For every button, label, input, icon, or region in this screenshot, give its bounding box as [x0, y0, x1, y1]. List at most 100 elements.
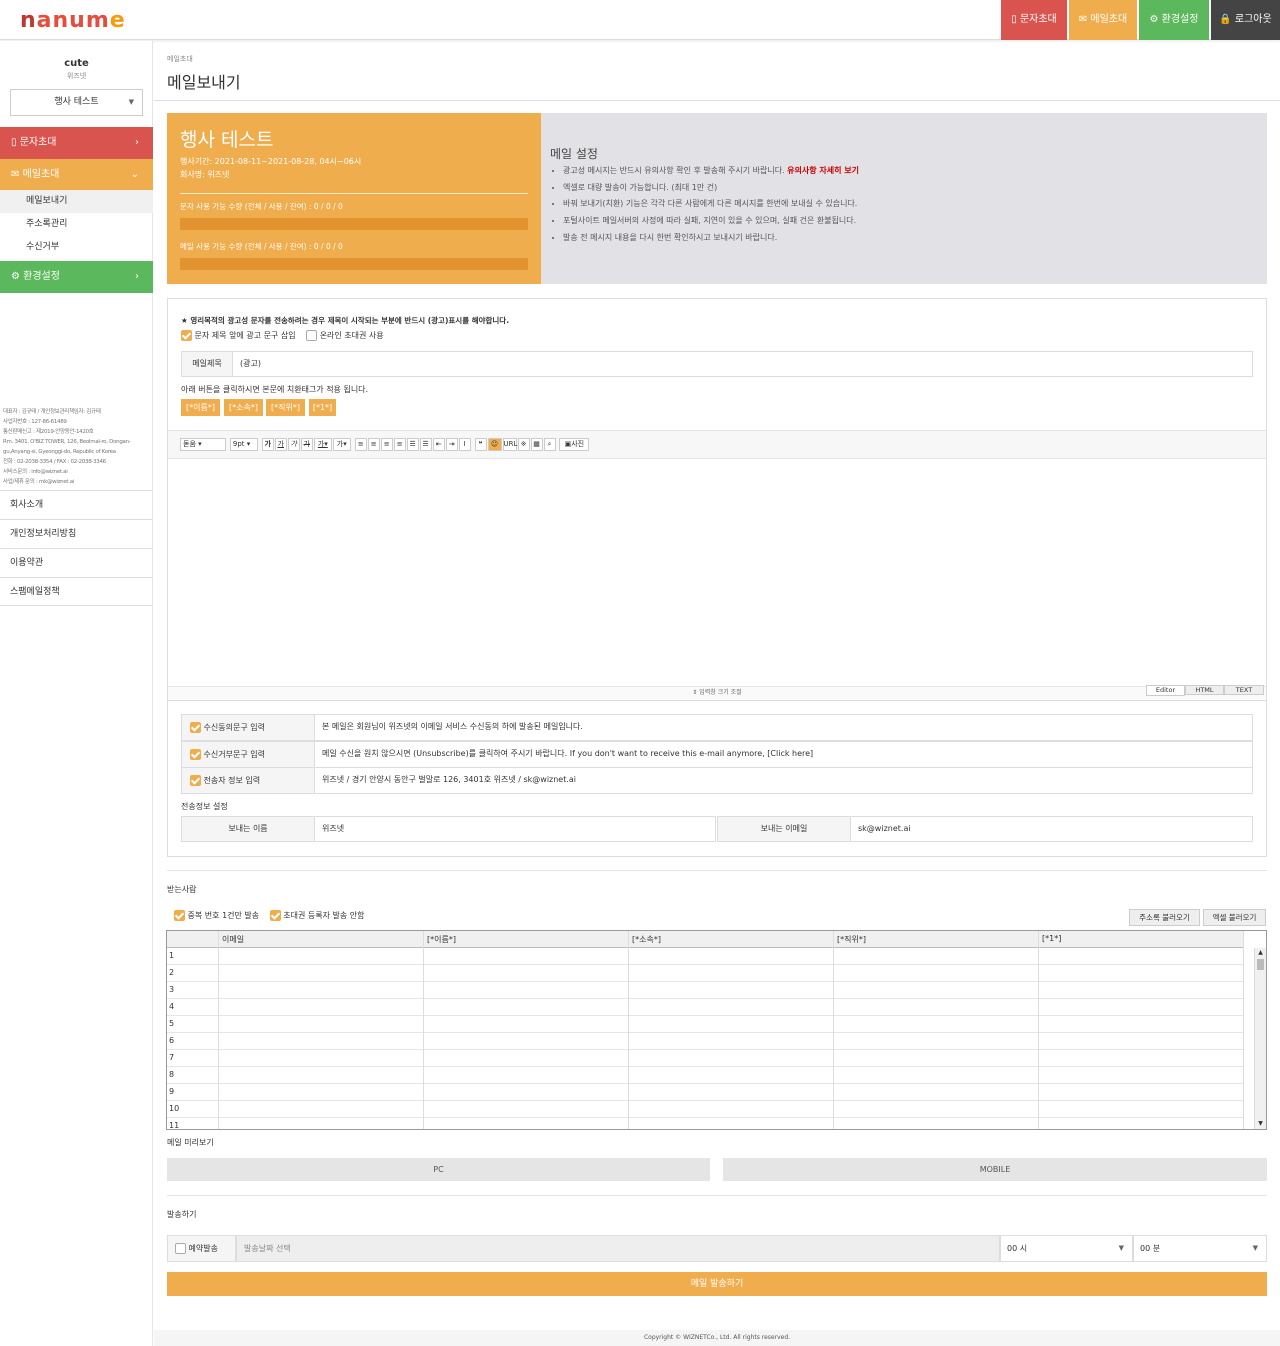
footer-link-spam-policy[interactable]: 스팸메일정책 [0, 577, 153, 606]
notice-detail-link[interactable]: 유의사항 자세히 보기 [787, 166, 859, 175]
sender-info-label-cell[interactable]: 전송자 정보 입력 [181, 767, 315, 794]
font-family-select[interactable]: 돋움 ▾ [180, 438, 226, 451]
footer-link-terms[interactable]: 이용약관 [0, 548, 153, 577]
subject-input[interactable]: (광고) [240, 352, 261, 376]
line-height-icon[interactable]: I [458, 438, 471, 451]
mail-invite-button[interactable]: ✉ 메일초대 [1069, 0, 1137, 40]
outdent-icon[interactable]: ⇤ [432, 438, 445, 451]
load-address-book-button[interactable]: 주소록 불러오기 [1129, 909, 1200, 926]
table-row[interactable]: 6 [167, 1033, 1243, 1050]
table-icon[interactable]: ▦ [530, 438, 543, 451]
preview-pc-button[interactable]: PC [167, 1158, 710, 1181]
sidebar-item-sms[interactable]: ▯ 문자초대 › [0, 127, 153, 159]
sender-email-label: 보내는 이메일 [717, 816, 851, 842]
sender-email-input[interactable]: sk@wiznet.ai [850, 816, 1253, 842]
send-mail-button[interactable]: 메일 발송하기 [167, 1272, 1267, 1296]
table-row[interactable]: 2 [167, 965, 1243, 982]
footer-link-about[interactable]: 회사소개 [0, 490, 153, 519]
logout-button[interactable]: 🔒 로그아웃 [1211, 0, 1280, 40]
event-select[interactable]: 행사 테스트 ▼ [10, 89, 143, 116]
scroll-thumb[interactable] [1257, 959, 1264, 970]
send-date-input[interactable]: 발송날짜 선택 [236, 1235, 1000, 1262]
chevron-down-icon: ⌄ [130, 169, 139, 180]
table-row[interactable]: 11 [167, 1118, 1243, 1135]
tag-button-name[interactable]: [*이름*] [181, 399, 220, 416]
italic-icon[interactable]: 가 [287, 438, 300, 451]
highlight-icon[interactable]: 가▾ [332, 438, 351, 451]
unsubscribe-checkbox[interactable] [190, 749, 201, 760]
dedupe-checkbox[interactable] [174, 910, 185, 921]
sidebar-item-mail[interactable]: ✉ 메일초대 ⌄ [0, 159, 153, 191]
load-excel-button[interactable]: 엑셀 불러오기 [1203, 909, 1266, 926]
emoticon-icon[interactable]: ☺ [487, 438, 502, 451]
footer-link-privacy[interactable]: 개인정보처리방침 [0, 519, 153, 548]
reserve-checkbox[interactable] [175, 1243, 186, 1254]
unsubscribe-textarea[interactable]: 메일 수신을 원치 않으시면 (Unsubscribe)를 클릭하여 주시기 바… [314, 741, 1253, 768]
grid-header-position: [*직위*] [837, 935, 866, 944]
grid-scrollbar[interactable]: ▲ ▼ [1254, 948, 1266, 1129]
quote-icon[interactable]: ❝ [474, 438, 487, 451]
table-row[interactable]: 3 [167, 982, 1243, 999]
consent-textarea[interactable]: 본 메일은 회원님이 위즈넷의 이메일 서비스 수신동의 하에 발송된 메일입니… [314, 714, 1253, 741]
font-size-select[interactable]: 9pt ▾ [229, 438, 258, 451]
align-center-icon[interactable]: ≡ [367, 438, 380, 451]
exclude-invitees-checkbox[interactable] [269, 910, 281, 921]
online-invite-checkbox[interactable] [306, 330, 318, 341]
sms-invite-button[interactable]: ▯ 문자초대 [1001, 0, 1067, 40]
editor-tab-text[interactable]: TEXT [1224, 685, 1264, 695]
photo-button[interactable]: ▣사진 [559, 438, 590, 451]
scroll-down-icon[interactable]: ▼ [1255, 1119, 1266, 1129]
font-color-icon[interactable]: 가▾ [313, 438, 332, 451]
align-justify-icon[interactable]: ≡ [393, 438, 406, 451]
tag-button-custom1[interactable]: [*1*] [309, 399, 336, 416]
underline-icon[interactable]: 가 [274, 438, 287, 451]
find-icon[interactable]: ⌕ [543, 438, 556, 451]
consent-label-cell[interactable]: 수신동의문구 입력 [181, 714, 315, 741]
reserve-cell[interactable]: 예약발송 [167, 1235, 236, 1262]
link-icon[interactable]: URL [502, 438, 517, 451]
consent-checkbox[interactable] [190, 722, 201, 733]
mail-quota-label: 메일 사용 가능 수량 (전체 / 사용 / 잔여) : 0 / 0 / 0 [180, 242, 343, 251]
align-right-icon[interactable]: ≡ [380, 438, 393, 451]
editor-tab-editor[interactable]: Editor [1146, 685, 1185, 696]
bold-icon[interactable]: 가 [261, 438, 274, 451]
unsubscribe-label-cell[interactable]: 수신거부문구 입력 [181, 741, 315, 768]
insert-ad-checkbox[interactable] [181, 330, 192, 341]
nanume-logo[interactable]: nanume [20, 8, 126, 33]
special-char-icon[interactable]: ※ [517, 438, 530, 451]
tag-button-affiliation[interactable]: [*소속*] [224, 399, 263, 416]
table-row[interactable]: 9 [167, 1084, 1243, 1101]
table-row[interactable]: 1 [167, 948, 1243, 965]
table-row[interactable]: 7 [167, 1050, 1243, 1067]
indent-icon[interactable]: ⇥ [445, 438, 458, 451]
sidebar-sub-unsubscribe[interactable]: 수신거부 [0, 236, 153, 259]
sender-info-checkbox[interactable] [190, 775, 201, 786]
ordered-list-icon[interactable]: ☰ [406, 438, 419, 451]
sidebar-sub-address-book[interactable]: 주소록관리 [0, 213, 153, 236]
strikethrough-icon[interactable]: 가 [300, 438, 313, 451]
tag-hint: 아래 버튼을 클릭하시면 본문에 치환태그가 적용 됩니다. [181, 385, 369, 394]
table-row[interactable]: 5 [167, 1016, 1243, 1033]
scroll-up-icon[interactable]: ▲ [1255, 948, 1266, 958]
table-row[interactable]: 8 [167, 1067, 1243, 1084]
preview-mobile-button[interactable]: MOBILE [723, 1158, 1267, 1181]
editor-resize-bar[interactable]: ⇕ 입력창 크기 조절 [168, 686, 1266, 699]
table-row[interactable]: 4 [167, 999, 1243, 1016]
company-info: 대표자 : 김규태 / 개인정보관리책임자: 김규태 사업자번호 : 127-8… [3, 409, 131, 485]
settings-button[interactable]: ⚙ 환경설정 [1139, 0, 1209, 40]
sender-name-input[interactable]: 위즈넷 [314, 816, 716, 842]
send-minute-select[interactable]: 00 분 ▼ [1133, 1235, 1267, 1262]
send-hour-select[interactable]: 00 시 ▼ [1000, 1235, 1133, 1262]
align-left-icon[interactable]: ≡ [354, 438, 367, 451]
grid-header-name: [*이름*] [427, 935, 456, 944]
mail-quota-bar [180, 258, 528, 270]
tag-button-position[interactable]: [*직위*] [266, 399, 305, 416]
editor-body[interactable] [168, 459, 1266, 686]
editor-tab-html[interactable]: HTML [1185, 685, 1224, 695]
table-row[interactable]: 10 [167, 1101, 1243, 1118]
sender-info-textarea[interactable]: 위즈넷 / 경기 안양시 동안구 벌말로 126, 3401호 위즈넷 / sk… [314, 767, 1253, 794]
sidebar-sub-send-mail[interactable]: 메일보내기 [0, 190, 153, 213]
insert-ad-checkbox-row[interactable]: 문자 제목 앞에 광고 문구 삽입 온라인 초대권 사용 [181, 330, 384, 341]
unordered-list-icon[interactable]: ☰ [419, 438, 432, 451]
sidebar-item-settings[interactable]: ⚙ 환경설정 › [0, 261, 153, 293]
